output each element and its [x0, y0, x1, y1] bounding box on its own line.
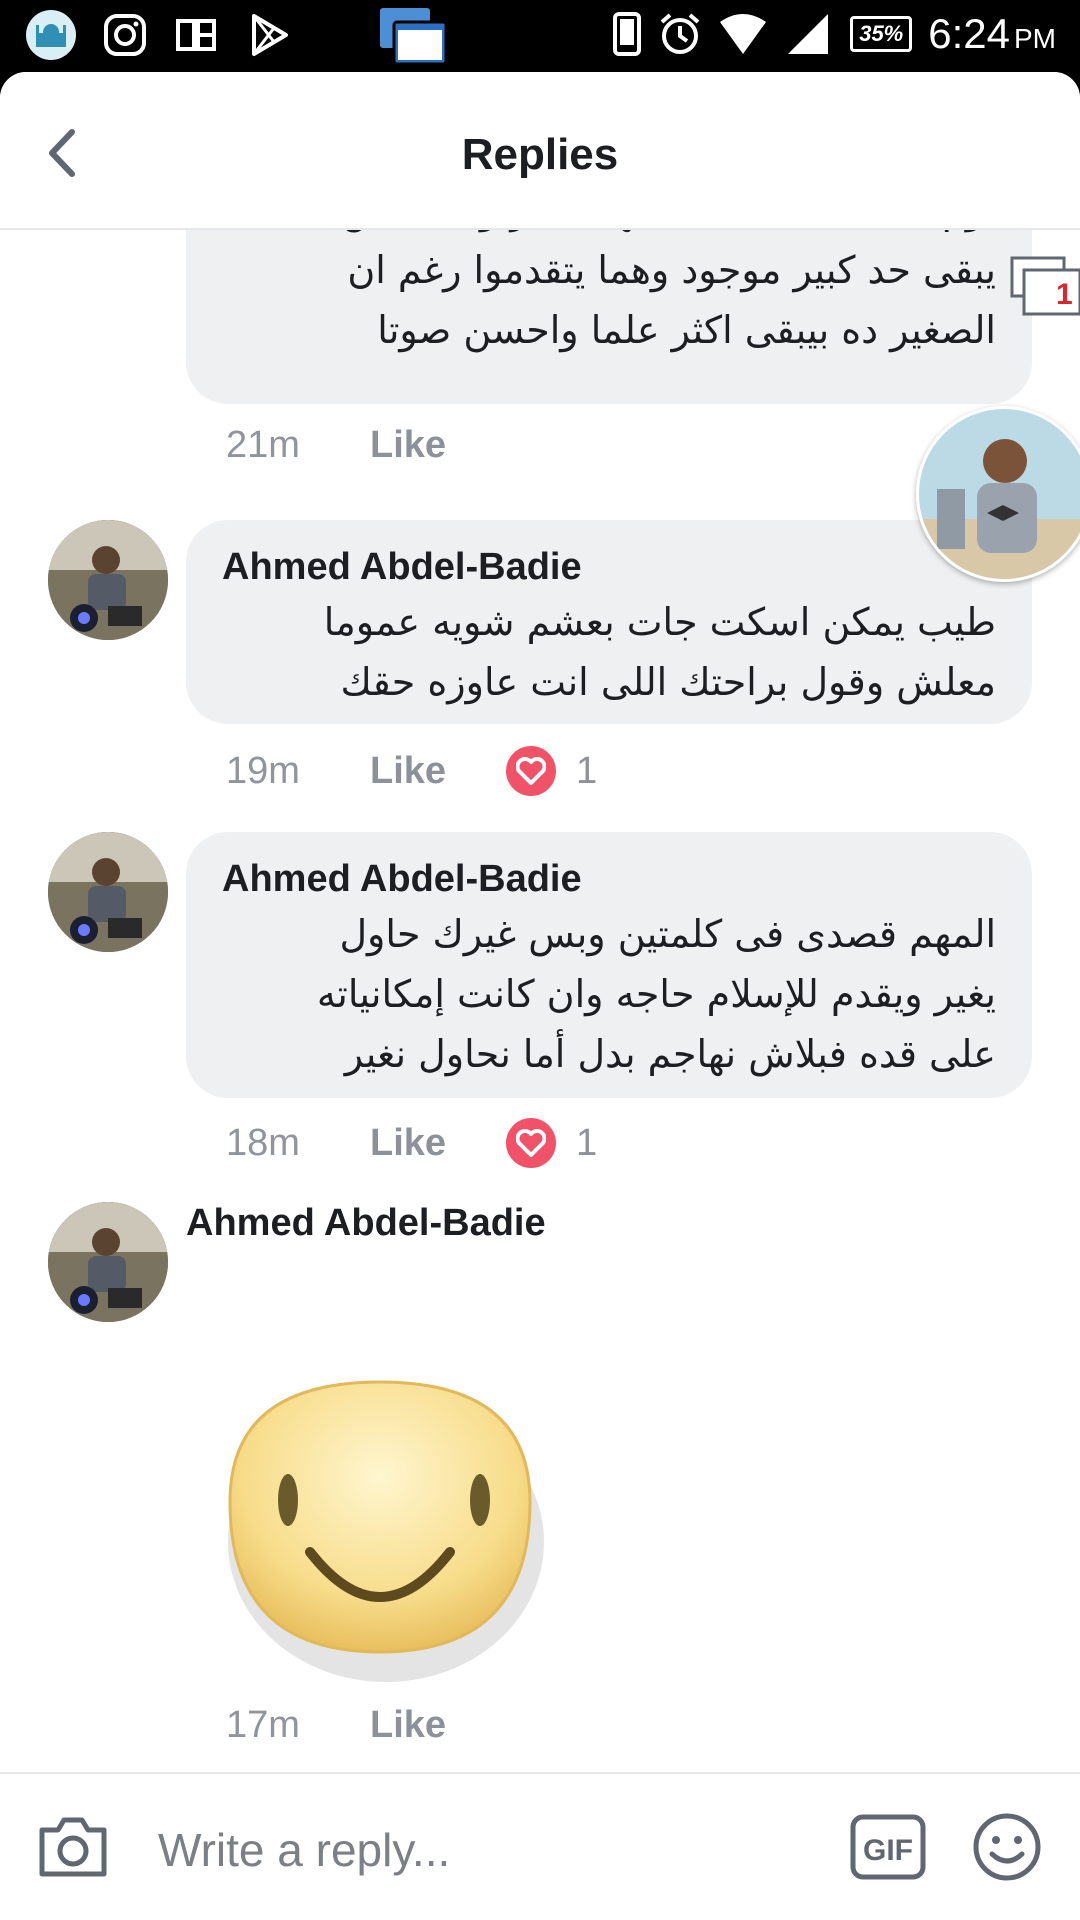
heart-icon: [506, 1118, 556, 1168]
avatar[interactable]: [48, 520, 168, 640]
comment-line: الصغير ده بيبقى اكثر علما واحسن صوتا: [377, 308, 996, 352]
comment-bubble[interactable]: Ahmed Abdel-Badie المهم قصدى فى كلمتين و…: [186, 832, 1032, 1098]
svg-text:1: 1: [1056, 278, 1073, 311]
comment-time: 17m: [226, 1704, 300, 1746]
avatar[interactable]: [48, 832, 168, 952]
play-store-icon: [252, 14, 288, 56]
reaction-summary[interactable]: 1: [506, 1118, 597, 1168]
like-button[interactable]: Like: [370, 1122, 506, 1165]
instagram-icon: [104, 14, 146, 56]
deezer-icon: [176, 19, 216, 51]
clock-ampm: PM: [1014, 23, 1056, 54]
comment-meta: 17m Like: [226, 1704, 506, 1747]
comment-line: يبقى حد كبير موجود وهما يتقدموا رغم ان: [347, 248, 996, 292]
comment-meta: 18m Like 1: [226, 1118, 597, 1168]
signal-icon: [788, 14, 829, 54]
clock-time: 6:24: [928, 10, 1010, 57]
smiley-sticker[interactable]: [210, 1352, 550, 1692]
wifi-icon: [720, 14, 767, 54]
alarm-icon: [660, 13, 700, 54]
avatar[interactable]: [48, 1202, 168, 1322]
comment-time: 21m: [226, 424, 300, 466]
comment-time: 18m: [226, 1121, 300, 1164]
reply-composer: GIF: [0, 1772, 1080, 1920]
phone-icon: [613, 12, 642, 56]
mosque-app-icon: [26, 10, 76, 60]
like-button[interactable]: Like: [370, 1704, 506, 1747]
comment-line: طيب يمكن اسكت جات بعشم شويه عموما: [323, 600, 996, 644]
comment-text: المهم قصدى فى كلمتين وبس غيرك حاول يغير …: [317, 904, 996, 1084]
comment-author[interactable]: Ahmed Abdel-Badie: [222, 858, 582, 901]
header: Replies: [0, 72, 1080, 230]
comment-meta: 19m Like 1: [226, 746, 597, 796]
smiley-icon[interactable]: [972, 1812, 1042, 1882]
comment-text: تؤم الصلاة بحجة ان سنها صغير وميصحش يبقى…: [342, 188, 996, 360]
battery-indicator: 35%: [850, 16, 913, 52]
like-button[interactable]: Like: [370, 750, 506, 793]
gif-button[interactable]: GIF: [850, 1814, 926, 1880]
comment-author[interactable]: Ahmed Abdel-Badie: [222, 546, 582, 589]
comment-time: 19m: [226, 749, 300, 792]
camera-icon[interactable]: [36, 1814, 110, 1880]
comment-author[interactable]: Ahmed Abdel-Badie: [186, 1202, 546, 1245]
svg-text:GIF: GIF: [863, 1834, 913, 1867]
status-bar: 35% 6:24 PM: [0, 0, 1080, 72]
comment-line: يغير ويقدم للإسلام حاجه وان كانت إمكانيا…: [316, 972, 996, 1016]
clock: 6:24 PM: [928, 10, 1056, 58]
chat-head[interactable]: [916, 406, 1080, 582]
chat-notification-icon[interactable]: 1: [1008, 256, 1080, 320]
like-button[interactable]: Like: [370, 424, 506, 467]
reaction-count: 1: [576, 749, 598, 792]
comment-text: طيب يمكن اسكت جات بعشم شويه عموما معلش و…: [324, 592, 996, 712]
reply-input[interactable]: [156, 1814, 800, 1886]
multi-window-icon: [380, 8, 448, 66]
reaction-count: 1: [576, 1121, 598, 1164]
comment-line: على قده فبلاش نهاجم بدل أما نحاول نغير: [344, 1032, 996, 1076]
comment-line: المهم قصدى فى كلمتين وبس غيرك حاول: [339, 912, 996, 956]
comment-bubble[interactable]: Ahmed Abdel-Badie طيب يمكن اسكت جات بعشم…: [186, 520, 1032, 724]
reaction-summary[interactable]: 1: [506, 746, 597, 796]
heart-icon: [506, 746, 556, 796]
replies-sheet: Replies تؤم الصلاة بحجة ان سنها صغير ومي…: [0, 72, 1080, 1920]
comment-line: معلش وقول براحتك اللى انت عاوزه حقك: [340, 660, 996, 704]
page-title: Replies: [461, 130, 619, 179]
comment-meta: 21m Like: [226, 424, 506, 467]
